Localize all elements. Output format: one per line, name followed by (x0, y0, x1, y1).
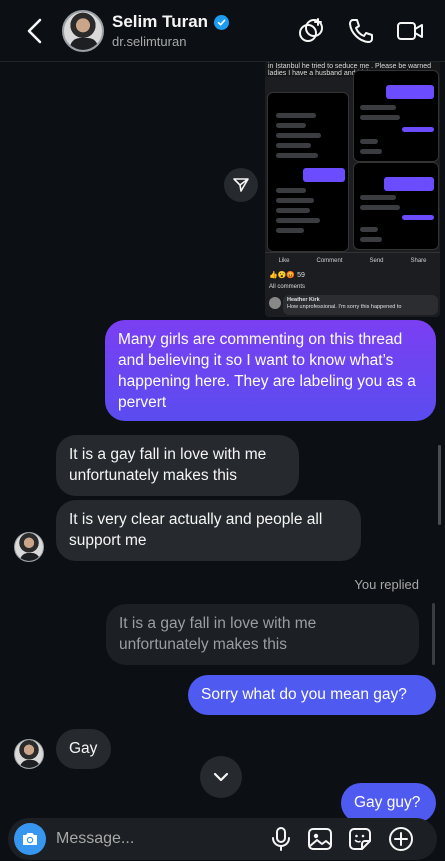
commenter-name: Heather Kirk (287, 297, 320, 303)
share-button[interactable] (224, 168, 258, 202)
post-action-comment: Comment (316, 257, 343, 264)
scroll-to-bottom-button[interactable] (200, 756, 242, 798)
add-video-effect-icon[interactable] (297, 17, 325, 45)
post-action-like: Like (278, 257, 290, 264)
back-arrow-icon[interactable] (22, 16, 48, 46)
plus-icon[interactable] (388, 826, 414, 852)
commenter-avatar (269, 297, 281, 309)
screenshot-phone-right-top (353, 70, 439, 162)
camera-icon (23, 833, 37, 845)
post-action-bar: Like Comment Send Share (265, 252, 440, 268)
camera-button[interactable] (14, 823, 46, 855)
incoming-message[interactable]: It is very clear actually and people all… (56, 500, 361, 561)
profile-name: Selim Turan (112, 12, 209, 31)
screenshot-phone-right-bottom (353, 162, 439, 250)
post-action-send: Send (369, 257, 384, 264)
reaction-count: 👍😮😡 59 (269, 272, 305, 279)
scrollbar[interactable] (438, 445, 441, 525)
sticker-icon[interactable] (347, 826, 373, 852)
screenshot-phone-left (267, 92, 349, 252)
sender-avatar[interactable] (14, 532, 44, 562)
chevron-down-icon (213, 772, 229, 782)
outgoing-message[interactable]: Gay guy? (341, 783, 436, 823)
all-comments-label: All comments (269, 284, 306, 290)
outgoing-message[interactable]: Sorry what do you mean gay? (188, 675, 436, 715)
outgoing-message[interactable]: Many girls are commenting on this thread… (105, 320, 436, 421)
quoted-reply[interactable]: It is a gay fall in love with me unfortu… (106, 604, 419, 665)
video-camera-icon[interactable] (396, 17, 424, 45)
gallery-icon[interactable] (307, 826, 333, 852)
chat-header: Selim Turan dr.selimturan (0, 0, 445, 62)
send-icon (233, 178, 249, 192)
sender-avatar[interactable] (14, 739, 44, 769)
shared-post-image[interactable]: in Istanbul he tried to seduce me . Plea… (265, 62, 440, 317)
incoming-message[interactable]: Gay (56, 729, 111, 769)
profile-avatar[interactable] (62, 10, 104, 52)
message-input[interactable] (56, 828, 256, 850)
profile-username: dr.selimturan (112, 34, 187, 49)
you-replied-label: You replied (354, 577, 419, 592)
comment-text: How unprofessional. I'm sorry this happe… (287, 304, 402, 310)
comment-box: Heather Kirk How unprofessional. I'm sor… (283, 295, 438, 315)
post-action-share: Share (410, 257, 427, 264)
verified-badge-icon (214, 14, 230, 30)
reply-indicator-line (432, 603, 435, 665)
incoming-message[interactable]: It is a gay fall in love with me unfortu… (56, 435, 299, 496)
phone-icon[interactable] (347, 17, 375, 45)
microphone-icon[interactable] (268, 826, 294, 852)
profile-name-row[interactable]: Selim Turan (112, 12, 230, 32)
message-composer (8, 818, 437, 860)
